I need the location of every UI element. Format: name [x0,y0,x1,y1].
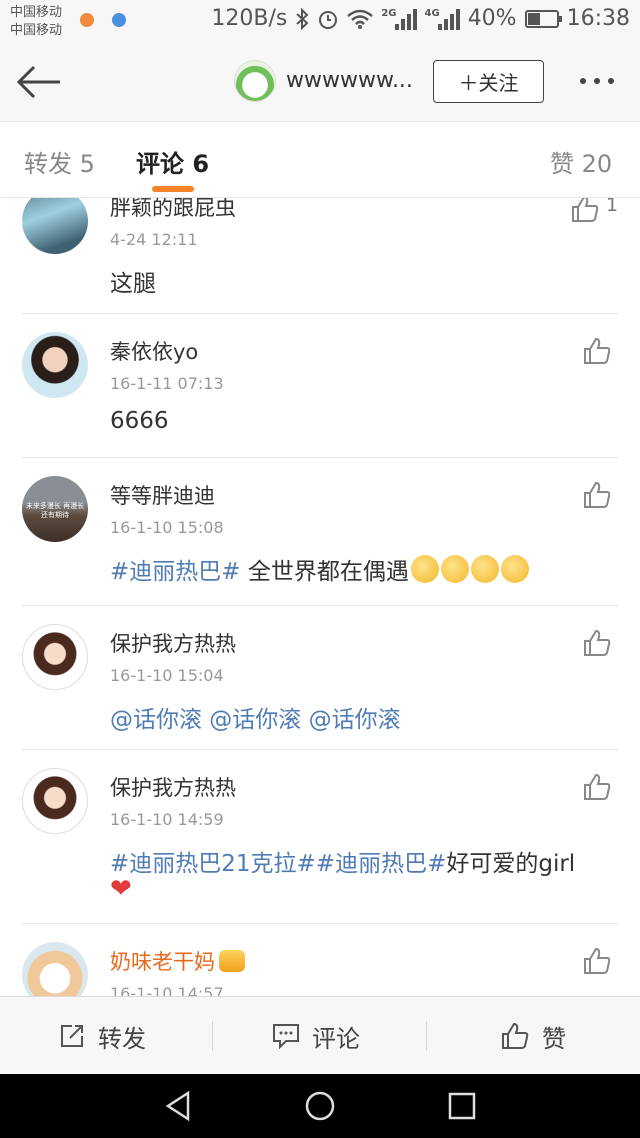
thumbs-up-icon[interactable] [582,336,612,366]
tab-comment[interactable]: 评论 6 [136,144,209,179]
status-bar: 中国移动 中国移动 120B/s 2G 4G 40% 16:38 [0,0,640,44]
commenter-avatar[interactable] [22,198,88,254]
commenter-name[interactable]: 保护我方热热 [110,628,236,658]
net-speed: 120B/s [211,6,288,31]
thumbs-up-icon [502,1022,529,1049]
clock: 16:38 [566,6,630,31]
author-name[interactable]: wwwwww... [286,68,413,93]
comment-button[interactable]: 评论 [272,997,360,1075]
avatar-caption-1: 未来多漫长 再漫长 [25,502,85,510]
notification-weibo-icon [80,13,94,27]
commenter-name[interactable]: 秦依依yo [110,336,198,366]
commenter-avatar[interactable] [22,624,88,690]
commenter-name[interactable]: 等等胖迪迪 [110,480,215,510]
system-recents-icon[interactable] [448,1092,476,1120]
commenter-name[interactable]: 保护我方热热 [110,772,236,802]
comment-time: 16-1-10 15:04 [110,666,224,685]
repost-button[interactable]: 转发 [58,997,146,1075]
commenter-avatar[interactable] [22,942,88,996]
share-icon [61,1025,83,1047]
tab-like[interactable]: 赞 20 [550,144,612,179]
thumbs-up-icon[interactable] [570,198,600,224]
carrier-names: 中国移动 中国移动 [10,4,62,40]
comment-time: 16-1-10 14:59 [110,810,224,829]
comment-time: 16-1-10 15:08 [110,518,224,537]
comment-text: #迪丽热巴# 全世界都在偶遇 [110,552,529,586]
topic-link[interactable]: #迪丽热巴21克拉##迪丽热巴# [110,851,446,877]
emoji-icon [440,555,469,583]
system-nav-bar [0,1074,640,1138]
comment-time: 16-1-10 14:57 [110,984,224,996]
comment-text: #迪丽热巴21克拉##迪丽热巴#好可爱的girl [110,844,575,878]
commenter-avatar[interactable] [22,768,88,834]
comment-time: 16-1-11 07:13 [110,374,224,393]
like-button[interactable]: 赞 [500,997,566,1075]
comment-text: @话你滚 @话你滚 @话你滚 [110,700,401,734]
thumbs-up-icon[interactable] [582,772,612,802]
mention-links[interactable]: @话你滚 @话你滚 @话你滚 [110,707,401,733]
heart-emoji-icon: ❤ [110,874,132,904]
carrier-2: 中国移动 [10,23,63,38]
thumbs-up-icon[interactable] [582,946,612,976]
more-dot-icon [608,78,614,84]
commenter-avatar[interactable]: 未来多漫长 再漫长 还有期待 [22,476,88,542]
thumbs-up-icon[interactable] [582,628,612,658]
comment-text: 这腿 [110,271,156,297]
emoji-icon [500,555,529,583]
battery-icon [524,9,562,28]
emoji-icon [410,555,439,583]
back-button[interactable] [14,62,64,102]
tab-repost[interactable]: 转发 5 [24,144,95,179]
author-avatar[interactable] [234,60,276,102]
comment-item: 保护我方热热 16-1-10 15:04 @话你滚 @话你滚 @话你滚 [0,606,640,750]
emoji-icon [470,555,499,583]
back-arrow-icon [16,65,60,99]
thumbs-up-icon[interactable] [582,480,612,510]
more-dot-icon [580,78,586,84]
comment-item: 奶味老干妈 16-1-10 14:57 [0,924,640,996]
tab-bar: 转发 5 评论 6 赞 20 [0,122,640,198]
top-nav: wwwwww... ＋关注 [0,44,640,122]
carrier-1: 中国移动 [10,5,63,20]
comment-text: 6666 [110,408,169,434]
signal-4g-icon: 4G [425,8,460,30]
comment-time: 4-24 12:11 [110,230,198,249]
follow-button[interactable]: ＋关注 [433,60,544,103]
comment-icon [273,1024,299,1049]
bluetooth-icon [296,7,309,30]
commenter-avatar[interactable] [22,332,88,398]
battery-percent: 40% [467,6,517,31]
comment-item: 胖颖的跟屁虫 4-24 12:11 这腿 1 [0,198,640,314]
notification-app-icon [112,13,126,27]
comment-body: 好可爱的girl [446,851,576,877]
comment-item: 未来多漫长 再漫长 还有期待 等等胖迪迪 16-1-10 15:08 #迪丽热巴… [0,458,640,606]
like-count: 1 [606,198,619,216]
system-back-icon[interactable] [162,1090,194,1122]
bottom-action-bar: 转发 评论 赞 [0,996,640,1074]
topic-link[interactable]: #迪丽热巴# [110,559,241,585]
commenter-name[interactable]: 奶味老干妈 [110,946,245,976]
comment-list[interactable]: 胖颖的跟屁虫 4-24 12:11 这腿 1 秦依依yo 16-1-11 07:… [0,198,640,996]
active-tab-indicator [152,186,194,192]
more-options-button[interactable] [580,78,614,84]
signal-2g-icon: 2G [381,8,417,30]
commenter-name[interactable]: 胖颖的跟屁虫 [110,198,236,222]
avatar-caption-2: 还有期待 [41,511,69,519]
wifi-icon [347,9,374,29]
alarm-icon [319,10,338,29]
comment-body: 全世界都在偶遇 [240,559,409,585]
comment-item: 保护我方热热 16-1-10 14:59 #迪丽热巴21克拉##迪丽热巴#好可爱… [0,750,640,924]
comment-item: 秦依依yo 16-1-11 07:13 6666 [0,314,640,458]
more-dot-icon [594,78,600,84]
system-home-icon[interactable] [304,1090,336,1122]
vip-badge-icon [219,950,245,972]
